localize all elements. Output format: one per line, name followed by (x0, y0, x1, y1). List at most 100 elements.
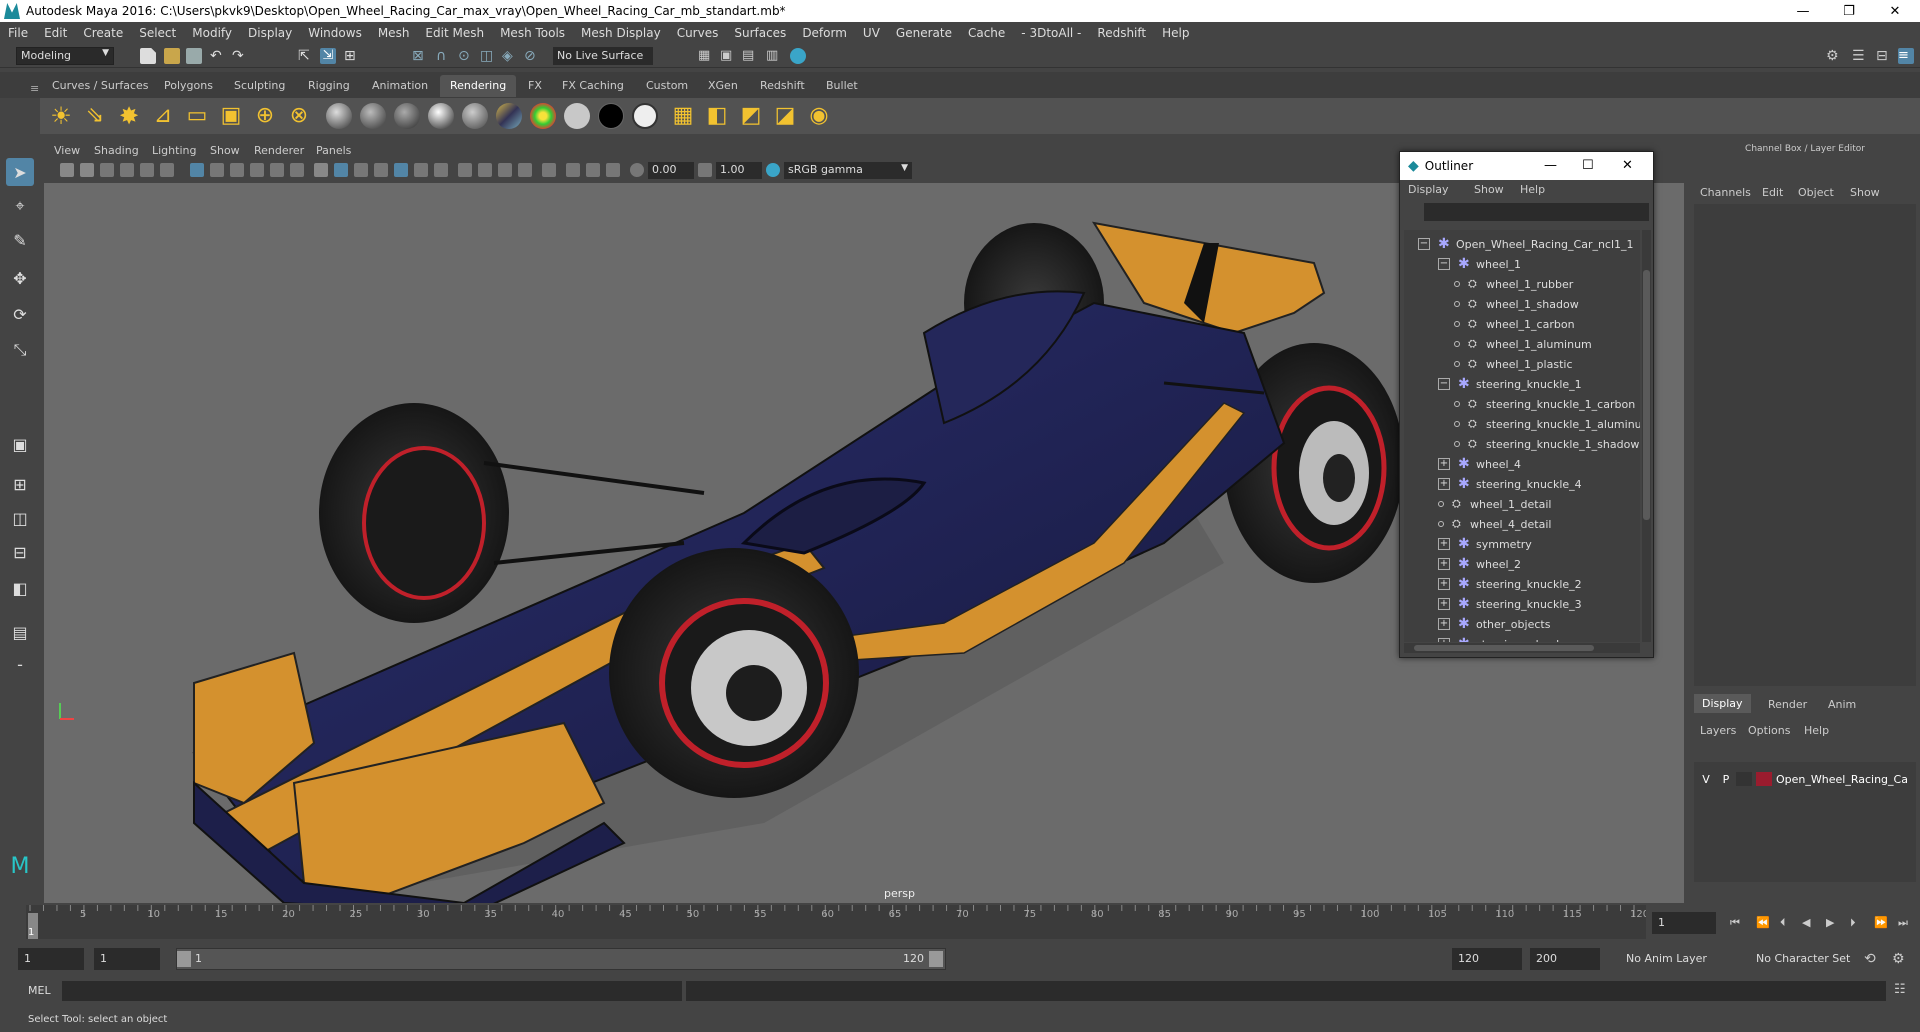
shadows-icon[interactable] (434, 163, 448, 177)
snap-grid-icon[interactable]: ⊠ (412, 48, 428, 64)
tab-curves-surfaces[interactable]: Curves / Surfaces (42, 75, 159, 97)
view-transform-dropdown[interactable]: sRGB gamma ▼ (784, 162, 912, 179)
outliner-horizontal-scrollbar[interactable] (1404, 643, 1640, 653)
four-view-layout-icon[interactable]: ⊞ (6, 470, 34, 498)
range-end-handle[interactable] (929, 951, 943, 967)
menu-help[interactable]: Help (1154, 26, 1197, 40)
hypershade-icon[interactable] (790, 48, 806, 64)
edit-menu[interactable]: Edit (1762, 186, 1783, 199)
time-slider[interactable]: 5 10 15 20 25 30 35 40 45 50 55 60 65 70 75 80 85 90 95 100… (26, 905, 1646, 939)
tab-animation[interactable]: Animation (362, 75, 438, 97)
animation-end-field[interactable]: 200 (1530, 948, 1600, 970)
expand-icon[interactable]: + (1438, 638, 1450, 642)
animation-preferences-icon[interactable]: ⚙ (1892, 951, 1905, 967)
select-tool-icon[interactable]: ➤ (6, 158, 34, 186)
render-settings-shelf-icon[interactable]: ◉ (806, 103, 832, 129)
outliner-menu-show[interactable]: Show (1474, 183, 1504, 196)
live-surface-field[interactable]: No Live Surface (553, 47, 653, 65)
field-chart-icon[interactable] (270, 163, 284, 177)
menu-mesh-display[interactable]: Mesh Display (573, 26, 669, 40)
bookmarks-icon[interactable] (100, 163, 114, 177)
render-settings-icon[interactable]: ▦ (698, 48, 714, 64)
snap-point-icon[interactable]: ⊙ (458, 48, 474, 64)
xray-icon[interactable] (566, 163, 580, 177)
tab-rigging[interactable]: Rigging (298, 75, 360, 97)
isolate-select-icon[interactable] (542, 163, 556, 177)
lambert-material-icon[interactable] (360, 103, 386, 129)
tree-item[interactable]: +✱steering_wheel (1438, 634, 1559, 642)
redo-icon[interactable]: ↷ (232, 48, 248, 64)
menu-generate[interactable]: Generate (888, 26, 960, 40)
go-to-start-icon[interactable]: ⏮ (1730, 916, 1740, 930)
layer-help-menu[interactable]: Help (1804, 724, 1829, 737)
tree-item[interactable]: + ✱ steering_knuckle_3 (1438, 594, 1582, 614)
menu-curves[interactable]: Curves (669, 26, 727, 40)
animation-start-field[interactable]: 1 (18, 948, 84, 970)
smooth-shade-icon[interactable] (334, 163, 348, 177)
outliner-search-field[interactable] (1424, 203, 1649, 221)
render-view-icon[interactable]: ▥ (766, 48, 782, 64)
blinn-material-icon[interactable] (326, 103, 352, 129)
persp-graph-layout-icon[interactable]: ⊟ (6, 538, 34, 566)
step-forward-key-icon[interactable]: ⏵ (1850, 916, 1856, 930)
outliner-layout-icon[interactable]: ▤ (6, 618, 34, 646)
wireframe-on-shaded-icon[interactable] (394, 163, 408, 177)
outliner-minimize-button[interactable]: — (1544, 158, 1557, 173)
tab-redshift[interactable]: Redshift (750, 75, 815, 97)
menu-uv[interactable]: UV (855, 26, 888, 40)
layer-visibility-toggle[interactable]: V (1696, 773, 1716, 786)
menu-cache[interactable]: Cache (960, 26, 1013, 40)
panel-menu-show[interactable]: Show (210, 144, 240, 157)
outliner-maximize-button[interactable]: ☐ (1582, 158, 1594, 173)
point-light-icon[interactable]: ✸ (116, 103, 142, 129)
gamma-icon[interactable] (698, 163, 712, 177)
render-current-frame-icon[interactable]: ◧ (704, 103, 730, 129)
collapse-icon[interactable]: − (1438, 378, 1450, 390)
tree-item[interactable]: + ✱ wheel_2 (1438, 554, 1521, 574)
mel-command-input[interactable] (62, 981, 682, 1001)
ambient-light-icon[interactable]: ☀ (48, 103, 74, 129)
layer-type-toggle[interactable] (1736, 772, 1752, 786)
area-light-icon[interactable]: ▭ (184, 103, 210, 129)
tree-item[interactable]: + ✱ steering_knuckle_4 (1438, 474, 1582, 494)
play-forwards-icon[interactable]: ▶ (1826, 916, 1834, 929)
tree-item[interactable]: ⛭ steering_knuckle_1_aluminum (1454, 414, 1640, 434)
collapse-icon[interactable]: − (1418, 238, 1430, 250)
expand-icon[interactable]: + (1438, 598, 1450, 610)
camera-select-icon[interactable] (60, 163, 74, 177)
select-object-icon[interactable]: ⇲ (320, 48, 336, 64)
mel-label[interactable]: MEL (28, 984, 51, 997)
menu-surfaces[interactable]: Surfaces (726, 26, 794, 40)
character-set-dropdown[interactable]: No Character Set (1750, 948, 1878, 970)
scroll-thumb[interactable] (1643, 270, 1650, 520)
minimize-button[interactable]: — (1780, 0, 1826, 22)
panel-menu-view[interactable]: View (54, 144, 80, 157)
tree-item[interactable]: + ✱ steering_knuckle_2 (1438, 574, 1582, 594)
snap-view-plane-icon[interactable]: ◫ (480, 48, 496, 64)
tree-item[interactable]: + ✱ other_objects (1438, 614, 1550, 634)
layer-row[interactable]: V P Open_Wheel_Racing_Ca (1696, 770, 1914, 788)
gate-mask-icon[interactable] (250, 163, 264, 177)
tree-item[interactable]: ⛭ wheel_1_aluminum (1454, 334, 1592, 354)
camera-aim-icon[interactable]: ⊗ (286, 103, 312, 129)
anim-layer-dropdown[interactable]: No Anim Layer (1620, 948, 1740, 970)
scroll-thumb[interactable] (1414, 645, 1594, 651)
tree-item[interactable]: − ✱ Open_Wheel_Racing_Car_ncl1_1 (1418, 234, 1634, 254)
select-component-icon[interactable]: ⊞ (344, 48, 360, 64)
phonge-material-icon[interactable] (428, 103, 454, 129)
safe-action-icon[interactable] (290, 163, 304, 177)
color-management-icon[interactable] (766, 163, 780, 177)
tab-xgen[interactable]: XGen (698, 75, 748, 97)
film-gate-icon[interactable] (210, 163, 224, 177)
menu-create[interactable]: Create (75, 26, 131, 40)
persp-outliner-layout-icon[interactable]: ◧ (6, 574, 34, 602)
panel-menu-panels[interactable]: Panels (316, 144, 351, 157)
tab-fx-caching[interactable]: FX Caching (552, 75, 634, 97)
grease-pencil-icon[interactable] (160, 163, 174, 177)
ramp-shader-icon[interactable] (530, 103, 556, 129)
menu-edit[interactable]: Edit (36, 26, 75, 40)
outliner-vertical-scrollbar[interactable] (1642, 230, 1651, 642)
tree-item[interactable]: ⛭ steering_knuckle_1_shadow (1454, 434, 1639, 454)
anti-aliasing-icon[interactable] (498, 163, 512, 177)
motion-blur-icon[interactable] (478, 163, 492, 177)
